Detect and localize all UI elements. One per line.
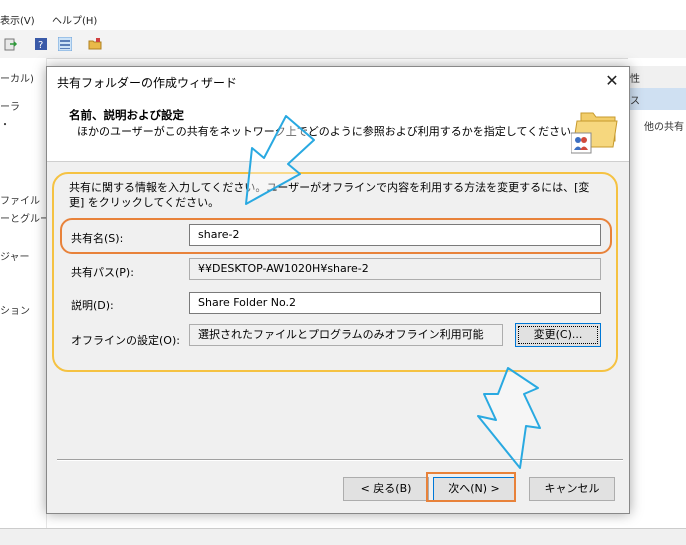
tree-item[interactable]: ーラ xyxy=(0,98,20,113)
highlight-next-button xyxy=(426,472,516,502)
svg-text:?: ? xyxy=(38,40,43,51)
arrow-annotation-icon xyxy=(245,115,315,205)
list-cell: 他の共有 xyxy=(644,122,684,133)
menu-help[interactable]: ヘルプ(H) xyxy=(52,12,97,27)
background-menubar: 表示(V) ヘルプ(H) xyxy=(0,0,686,30)
close-button[interactable]: ✕ xyxy=(595,67,629,95)
dialog-title: 共有フォルダーの作成ウィザード xyxy=(57,76,238,90)
page-title: 名前、説明および設定 xyxy=(69,108,184,122)
menu-view[interactable]: 表示(V) xyxy=(0,12,35,27)
column-label: 性 xyxy=(630,74,640,85)
list-row-selected[interactable]: ス xyxy=(628,88,686,110)
toolbar-view-icon[interactable] xyxy=(58,37,72,51)
tree-item[interactable]: ・ xyxy=(0,116,10,131)
back-button[interactable]: < 戻る(B) xyxy=(343,477,429,501)
toolbar-folder-icon[interactable] xyxy=(88,37,102,51)
cancel-button[interactable]: キャンセル xyxy=(529,477,615,501)
page-description: ほかのユーザーがこの共有をネットワーク上でどのように参照および利用するかを指定し… xyxy=(77,125,583,138)
arrow-annotation-icon xyxy=(477,367,541,469)
toolbar-export-icon[interactable] xyxy=(4,37,18,51)
background-tree-pane: ーカル) ーラ ・ ファイル ーとグループ ジャー ション xyxy=(0,58,59,544)
background-statusbar xyxy=(0,528,686,545)
tree-item[interactable]: ファイル xyxy=(0,192,40,207)
title-bar: 共有フォルダーの作成ウィザード ✕ xyxy=(47,67,629,95)
background-toolbar: ? xyxy=(0,30,686,59)
tree-item[interactable]: ジャー xyxy=(0,248,30,263)
shared-folder-icon xyxy=(571,112,618,154)
tree-item[interactable]: ション xyxy=(0,302,30,317)
list-column-header[interactable]: 性 xyxy=(628,66,686,89)
highlight-share-name xyxy=(60,218,612,254)
toolbar-help-icon[interactable]: ? xyxy=(34,37,48,51)
list-cell: ス xyxy=(630,96,640,107)
tree-item[interactable]: ーカル) xyxy=(0,70,34,85)
highlight-settings-group xyxy=(52,172,618,372)
wizard-header: 名前、説明および設定 ほかのユーザーがこの共有をネットワーク上でどのように参照お… xyxy=(47,95,629,162)
